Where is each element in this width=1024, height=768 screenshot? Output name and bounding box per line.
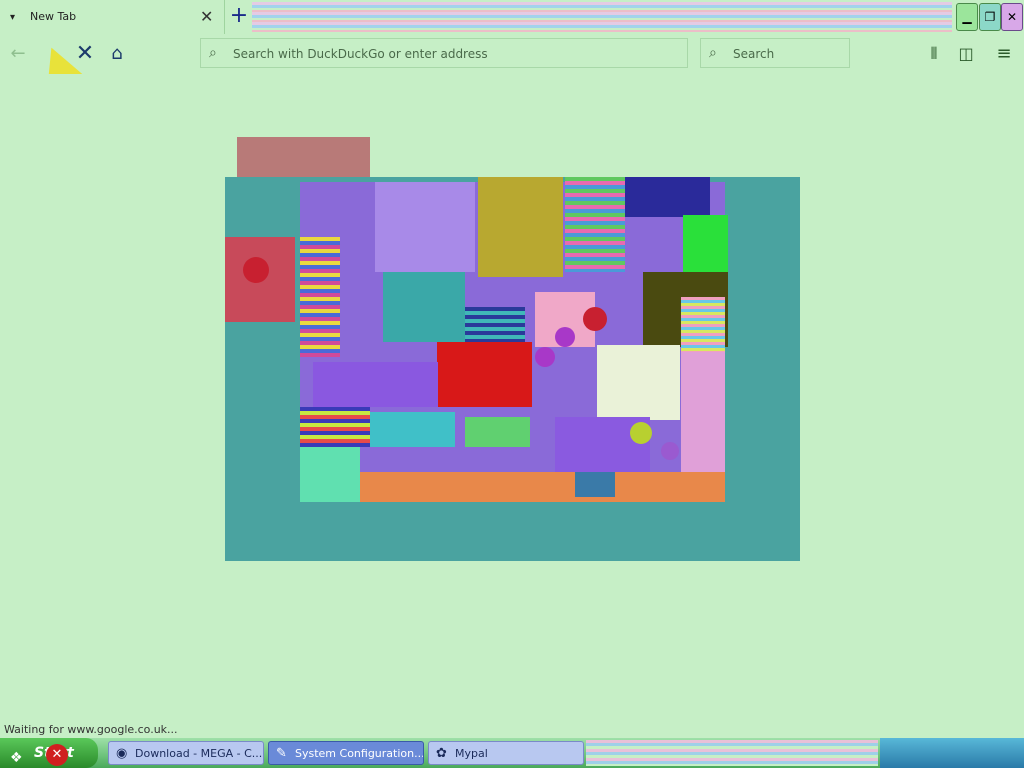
browser-tab[interactable]: ▾ New Tab ✕ <box>0 0 225 34</box>
page-content <box>0 74 1024 720</box>
window-close-icon[interactable]: ✕ <box>1001 3 1023 31</box>
minimize-icon[interactable]: ▁ <box>956 3 978 31</box>
taskbar: ❖ Start ✕ ◉ Download - MEGA - C... ✎ Sys… <box>0 738 1024 768</box>
glitch-block <box>383 272 465 342</box>
glitch-block <box>565 177 625 272</box>
glitch-icon <box>535 347 555 367</box>
glitch-block <box>313 362 438 407</box>
taskbar-item-mypal[interactable]: ✿ Mypal <box>428 741 584 765</box>
glitch-block <box>375 182 475 272</box>
home-icon[interactable]: ⌂ <box>103 40 131 68</box>
glitch-block <box>300 447 360 502</box>
error-icon: ✕ <box>46 744 68 766</box>
glitch-block <box>478 177 563 277</box>
glitch-block <box>365 412 455 447</box>
search-icon: ⌕ <box>709 45 717 61</box>
tab-bar: ▾ New Tab ✕ + ▁ ❐ ✕ <box>0 0 1024 34</box>
glitch-block <box>360 472 725 502</box>
glitch-block <box>683 215 728 275</box>
glitch-block <box>465 417 530 447</box>
taskbar-artifact <box>586 740 878 766</box>
glitch-icon <box>555 327 575 347</box>
glitch-block <box>597 345 680 420</box>
windows-flag-icon: ❖ <box>10 750 23 766</box>
glitch-block <box>300 407 370 447</box>
taskbar-item-label: System Configuration... <box>295 747 424 760</box>
glitch-block <box>300 237 340 357</box>
desktop: ▾ New Tab ✕ + ▁ ❐ ✕ ← ✕ ⌂ ⫴ ◫ ≡ ⌕ ⌕ ! <box>0 0 1024 768</box>
glitch-block <box>575 472 615 497</box>
search-icon: ⌕ <box>209 45 217 61</box>
glitch-block <box>681 297 725 352</box>
glitch-block <box>465 307 525 342</box>
url-input[interactable] <box>231 43 675 65</box>
glitch-block <box>625 177 710 217</box>
corrupted-render-area <box>225 177 800 561</box>
glitch-icon <box>661 442 679 460</box>
taskbar-item-label: Download - MEGA - C... <box>135 747 263 760</box>
library-icon[interactable]: ⫴ <box>920 40 948 68</box>
taskbar-item-label: Mypal <box>455 747 488 760</box>
search-bar[interactable]: ⌕ <box>700 38 850 68</box>
plus-icon[interactable]: + <box>226 3 252 29</box>
glitch-block <box>681 347 725 477</box>
system-config-icon: ✎ <box>276 746 287 761</box>
url-bar[interactable]: ⌕ <box>200 38 688 68</box>
glitch-block <box>437 342 532 407</box>
error-icon <box>243 257 269 283</box>
error-icon <box>583 307 607 331</box>
tabstrip-artifact <box>252 2 952 32</box>
glitch-icon <box>630 422 652 444</box>
sidebar-icon[interactable]: ◫ <box>952 40 980 68</box>
maximize-icon[interactable]: ❐ <box>979 3 1001 31</box>
dropdown-arrow-icon: ▾ <box>10 12 16 23</box>
system-tray <box>880 738 1024 768</box>
hamburger-menu-icon[interactable]: ≡ <box>990 40 1018 68</box>
start-button[interactable]: ❖ Start ✕ <box>0 738 98 768</box>
taskbar-item-mega[interactable]: ◉ Download - MEGA - C... <box>108 741 264 765</box>
search-input[interactable] <box>731 43 845 65</box>
tab-title: New Tab <box>30 10 77 23</box>
back-arrow-icon[interactable]: ← <box>4 40 32 68</box>
taskbar-item-system-configuration[interactable]: ✎ System Configuration... <box>268 741 424 765</box>
status-bar: Waiting for www.google.co.uk... <box>0 722 184 738</box>
close-icon[interactable]: ✕ <box>200 7 213 26</box>
chrome-icon: ◉ <box>116 746 128 761</box>
mypal-icon: ✿ <box>436 746 447 761</box>
